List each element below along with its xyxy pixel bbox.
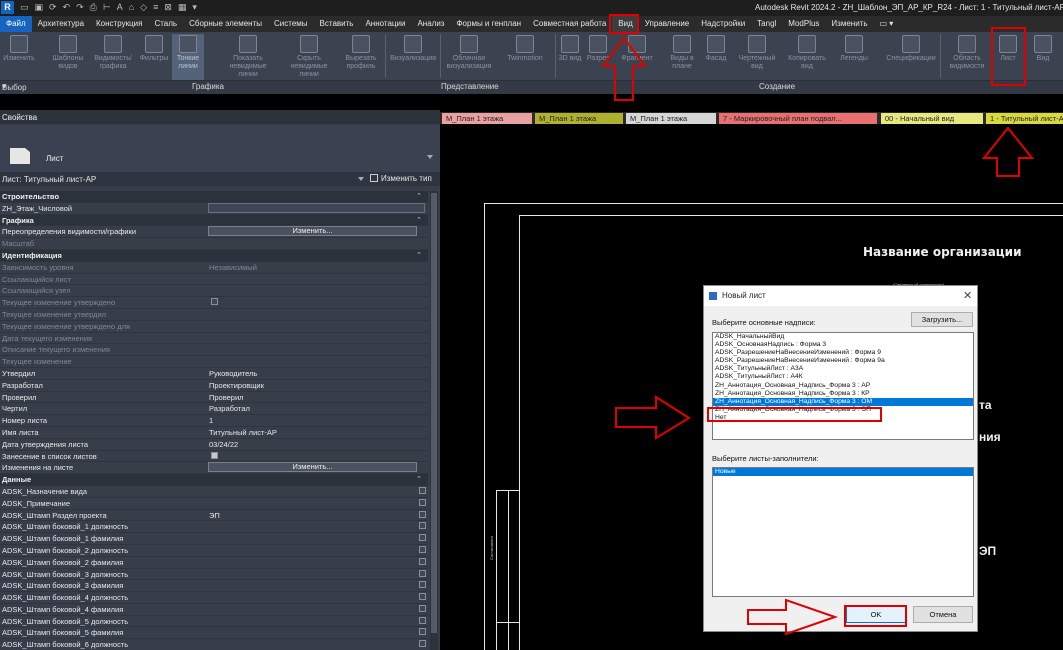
arrow-right-title-block bbox=[615, 395, 691, 440]
ribbon-separator bbox=[940, 34, 941, 78]
arrow-up-sheet-button bbox=[981, 126, 1035, 177]
ribbon-separator bbox=[555, 34, 556, 78]
annotation-arrows bbox=[601, 36, 1035, 636]
ribbon-separator bbox=[440, 34, 441, 78]
ribbon-separator bbox=[385, 34, 386, 78]
arrow-right-ok bbox=[747, 598, 839, 636]
arrow-up-view-tab bbox=[601, 36, 647, 101]
